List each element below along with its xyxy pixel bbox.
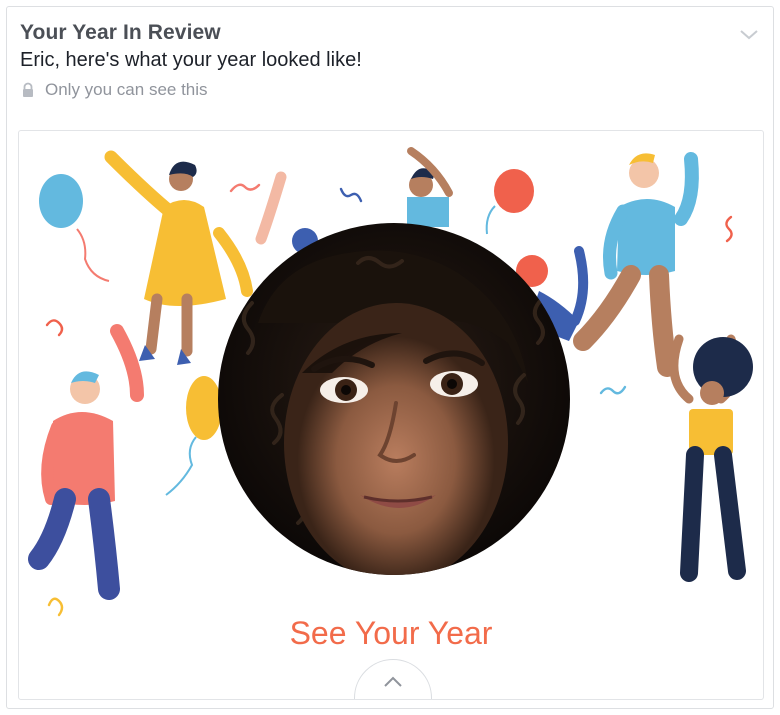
year-review-media[interactable]: See Your Year	[18, 130, 764, 700]
balloon-blue	[39, 174, 110, 282]
dancer-yellow-dress	[104, 150, 253, 365]
privacy-label: Only you can see this	[45, 80, 208, 99]
dancer-pink-shirt	[28, 324, 144, 600]
dancer-striped	[407, 147, 453, 227]
year-in-review-card: Your Year In Review Eric, here's what yo…	[6, 6, 774, 709]
dancer-pink-arm	[255, 171, 318, 254]
dancer-blue-sweater	[573, 152, 699, 377]
see-your-year-link[interactable]: See Your Year	[19, 615, 763, 652]
profile-photo	[218, 223, 570, 575]
chevron-up-icon	[384, 676, 402, 687]
balloon-red	[485, 169, 534, 235]
dancer-striped-pants	[669, 334, 753, 582]
card-title: Your Year In Review	[20, 21, 221, 44]
card-header: Your Year In Review Eric, here's what yo…	[20, 21, 760, 100]
balloon-yellow	[165, 376, 222, 496]
chevron-down-icon[interactable]	[738, 27, 760, 43]
card-subtitle: Eric, here's what your year looked like!	[20, 49, 362, 71]
privacy-note: Only you can see this	[20, 80, 760, 100]
profile-photo-circle[interactable]	[218, 223, 570, 575]
lock-icon	[20, 82, 36, 98]
